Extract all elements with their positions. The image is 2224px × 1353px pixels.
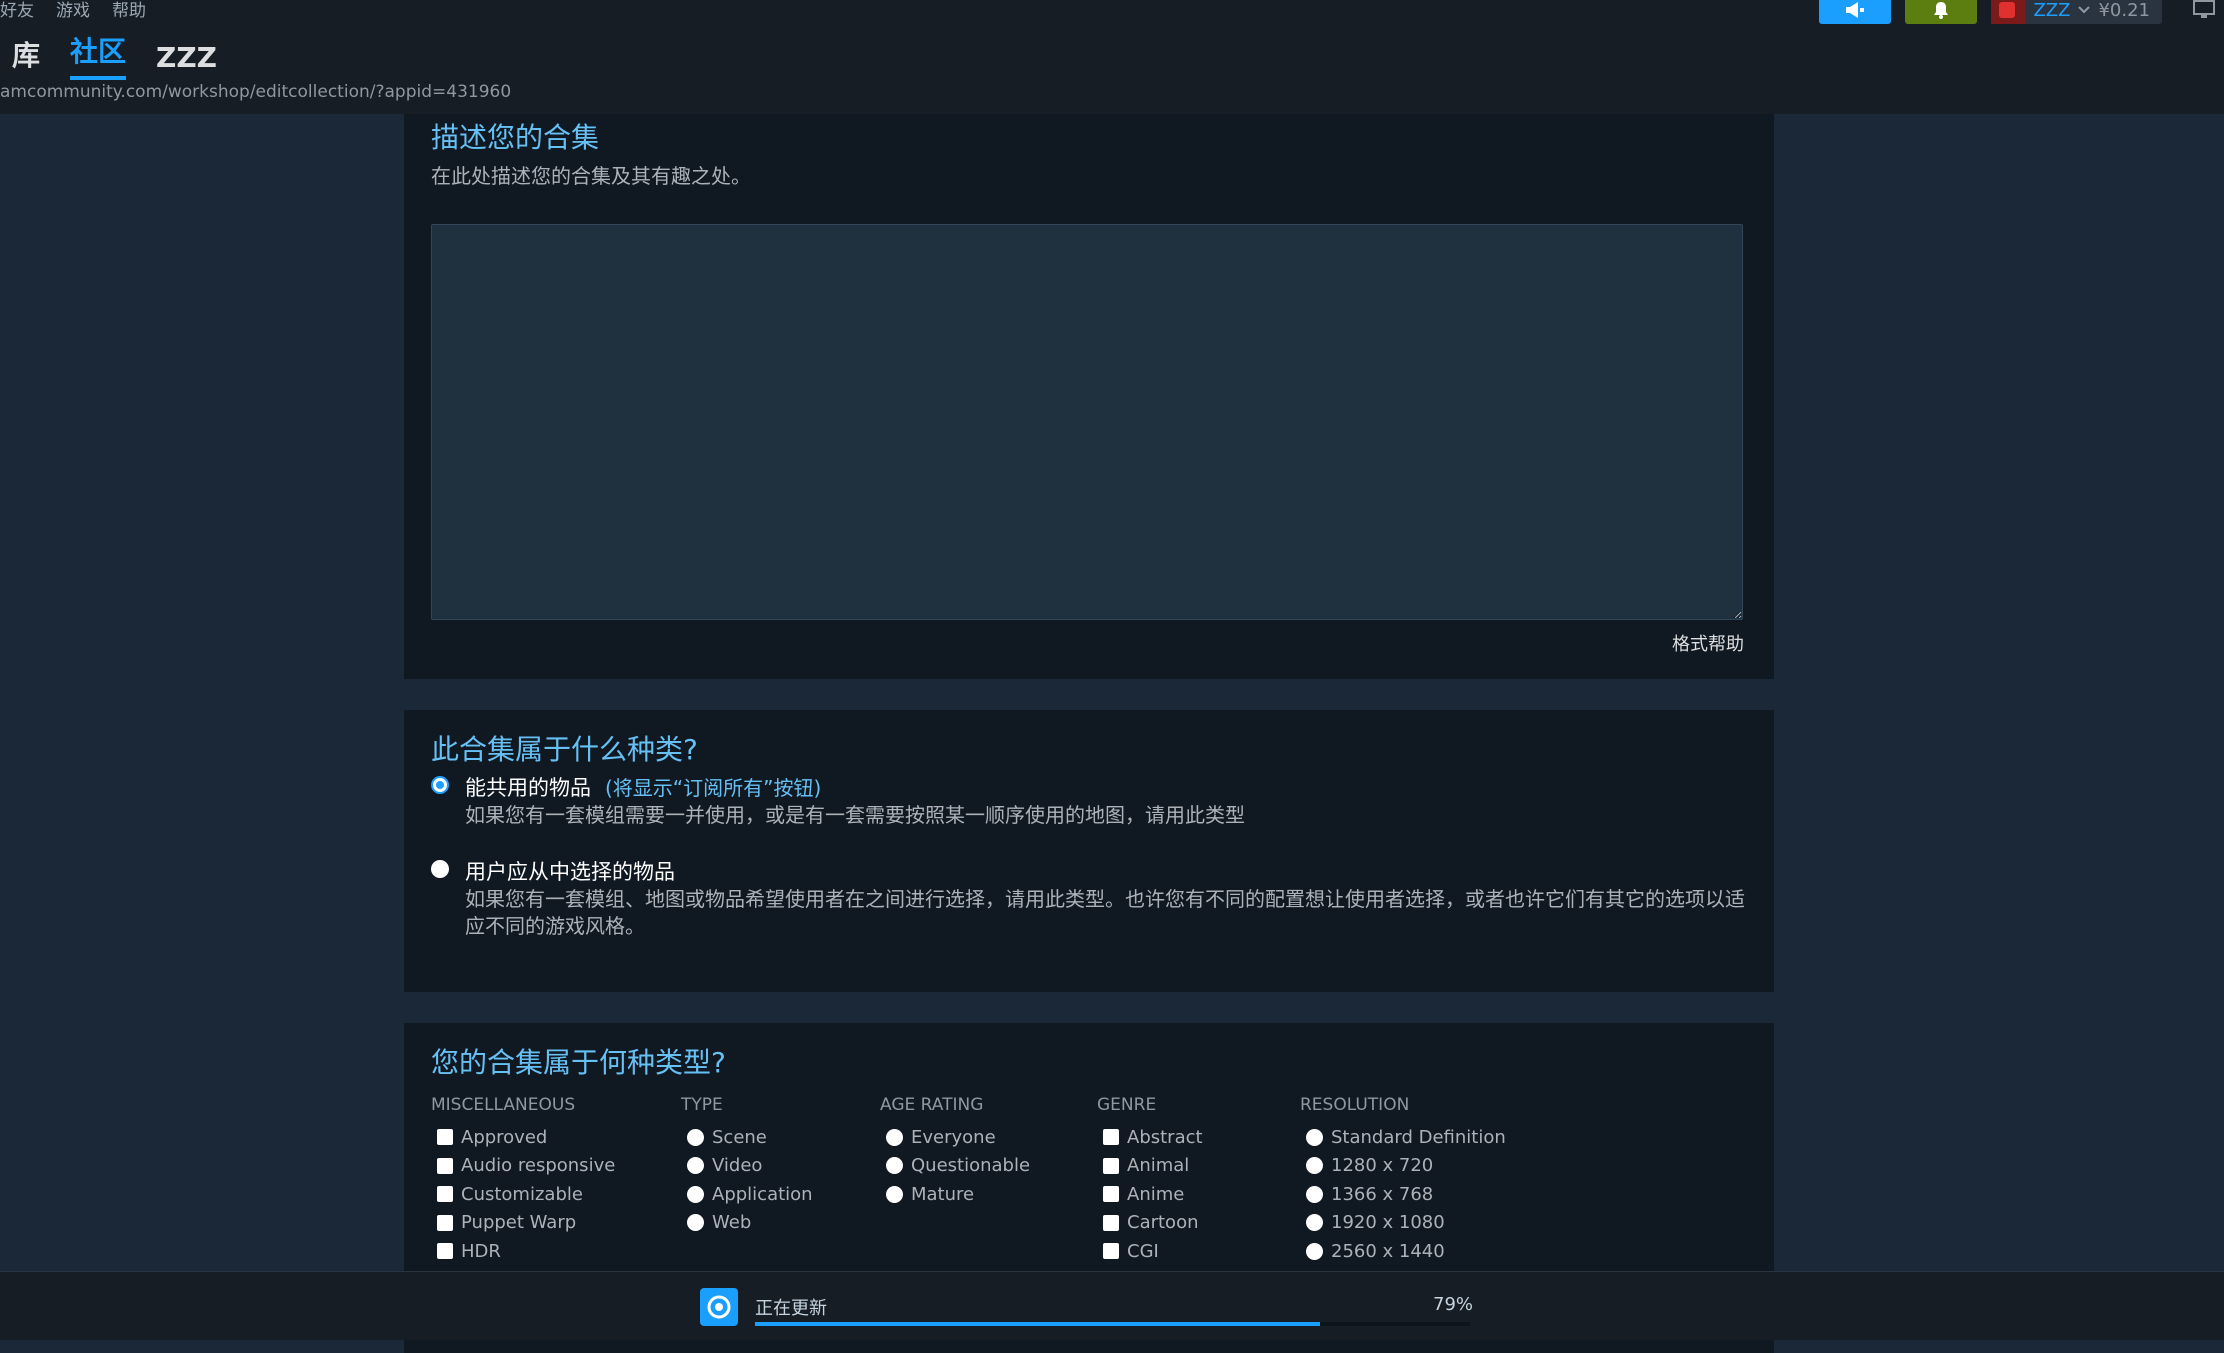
tag-item[interactable]: Animal: [1103, 1152, 1300, 1181]
option-title: 能共用的物品: [465, 776, 591, 800]
radio-shared[interactable]: [431, 776, 449, 794]
column-miscellaneous: MISCELLANEOUS Approved Audio responsive …: [431, 1095, 681, 1266]
checkbox[interactable]: [1103, 1186, 1119, 1203]
url-bar[interactable]: amcommunity.com/workshop/editcollection/…: [0, 82, 511, 102]
tag-item[interactable]: Questionable: [886, 1152, 1097, 1181]
announcements-button[interactable]: [1819, 0, 1892, 24]
nav-library[interactable]: 库: [12, 34, 40, 80]
kind-panel: 此合集属于什么种类? 能共用的物品 (将显示“订阅所有”按钮) 如果您有一套模组需…: [404, 710, 1774, 992]
download-percent: 79%: [1433, 1294, 1474, 1315]
radio[interactable]: [1306, 1128, 1323, 1146]
account-balance: ¥0.21: [2098, 0, 2150, 21]
tag-item[interactable]: Standard Definition: [1306, 1123, 1560, 1152]
tag-item[interactable]: Customizable: [437, 1180, 681, 1209]
tag-item[interactable]: 1920 x 1080: [1306, 1209, 1560, 1238]
checkbox[interactable]: [1103, 1157, 1119, 1174]
tag-item[interactable]: 1366 x 768: [1306, 1180, 1560, 1209]
checkbox[interactable]: [1103, 1214, 1119, 1231]
tag-item[interactable]: 2560 x 1440: [1306, 1237, 1560, 1266]
describe-panel: 描述您的合集 在此处描述您的合集及其有趣之处。 格式帮助: [404, 114, 1774, 679]
monitor-icon: [2193, 0, 2215, 18]
menu-games[interactable]: 游戏: [56, 0, 90, 21]
tag-item[interactable]: Abstract: [1103, 1123, 1300, 1152]
kind-option-choose[interactable]: 用户应从中选择的物品 如果您有一套模组、地图或物品希望使用者在之间进行选择，请用…: [431, 856, 1751, 940]
checkbox[interactable]: [1103, 1129, 1119, 1146]
tag-columns: MISCELLANEOUS Approved Audio responsive …: [431, 1095, 1560, 1266]
tag-item[interactable]: Approved: [437, 1123, 681, 1152]
download-progress-track: [755, 1322, 1470, 1326]
main-nav: 库 社区 ZZZ: [12, 30, 217, 80]
tag-item[interactable]: Anime: [1103, 1180, 1300, 1209]
tag-item[interactable]: CGI: [1103, 1237, 1300, 1266]
menu-help[interactable]: 帮助: [112, 0, 146, 21]
radio[interactable]: [1306, 1185, 1323, 1203]
column-age-rating: AGE RATING Everyone Questionable Mature: [880, 1095, 1097, 1266]
radio[interactable]: [1306, 1242, 1323, 1260]
radio[interactable]: [886, 1185, 903, 1203]
column-resolution: RESOLUTION Standard Definition 1280 x 72…: [1300, 1095, 1560, 1266]
nav-community[interactable]: 社区: [70, 30, 127, 80]
tag-item[interactable]: HDR: [437, 1237, 681, 1266]
nav-user[interactable]: ZZZ: [156, 41, 217, 80]
tag-item[interactable]: Puppet Warp: [437, 1209, 681, 1238]
option-desc: 如果您有一套模组、地图或物品希望使用者在之间进行选择，请用此类型。也许您有不同的…: [465, 887, 1745, 938]
tag-item[interactable]: Application: [687, 1180, 880, 1209]
checkbox[interactable]: [437, 1129, 453, 1146]
top-menu: 好友 游戏 帮助: [0, 0, 146, 21]
radio[interactable]: [687, 1128, 704, 1146]
tag-item[interactable]: 1280 x 720: [1306, 1152, 1560, 1181]
download-progress-fill: [755, 1322, 1320, 1326]
menu-friends[interactable]: 好友: [0, 0, 34, 21]
top-actions: ZZZ ¥0.21: [1819, 0, 2224, 24]
describe-title: 描述您的合集: [431, 121, 600, 154]
download-status: 正在更新: [755, 1298, 827, 1319]
tag-item[interactable]: Mature: [886, 1180, 1097, 1209]
notifications-button[interactable]: [1905, 0, 1978, 24]
megaphone-icon: [1846, 2, 1865, 18]
types-title: 您的合集属于何种类型?: [431, 1046, 726, 1079]
account-menu[interactable]: ZZZ ¥0.21: [1991, 0, 2162, 24]
checkbox[interactable]: [437, 1157, 453, 1174]
radio[interactable]: [687, 1157, 704, 1175]
radio-choose[interactable]: [431, 860, 449, 878]
tag-item[interactable]: Scene: [687, 1123, 880, 1152]
radio[interactable]: [1306, 1157, 1323, 1175]
radio[interactable]: [1306, 1214, 1323, 1232]
checkbox[interactable]: [1103, 1243, 1119, 1260]
description-textarea[interactable]: [431, 224, 1743, 620]
chevron-down-icon: [2078, 6, 2091, 14]
radio[interactable]: [886, 1128, 903, 1146]
option-title: 用户应从中选择的物品: [465, 860, 675, 884]
tag-item[interactable]: Video: [687, 1152, 880, 1181]
option-desc: 如果您有一套模组需要一并使用，或是有一套需要按照某一顺序使用的地图，请用此类型: [465, 803, 1245, 827]
tag-item[interactable]: Everyone: [886, 1123, 1097, 1152]
radio[interactable]: [687, 1214, 704, 1232]
tag-item[interactable]: Web: [687, 1209, 880, 1238]
kind-option-shared[interactable]: 能共用的物品 (将显示“订阅所有”按钮) 如果您有一套模组需要一并使用，或是有一套…: [431, 772, 1751, 829]
kind-title: 此合集属于什么种类?: [431, 733, 698, 766]
tag-item[interactable]: Cartoon: [1103, 1209, 1300, 1238]
account-name: ZZZ: [2033, 0, 2071, 21]
format-help-link[interactable]: 格式帮助: [1672, 630, 1744, 656]
download-bar[interactable]: 正在更新 79%: [0, 1271, 2224, 1340]
option-hint: (将显示“订阅所有”按钮): [605, 776, 822, 800]
top-bar: 好友 游戏 帮助 库 社区 ZZZ amcommunity.com/worksh…: [0, 0, 2224, 114]
column-genre: GENRE Abstract Animal Anime Cartoon CGI: [1097, 1095, 1300, 1266]
steam-download-icon: [700, 1288, 738, 1326]
column-type: TYPE Scene Video Application Web: [681, 1095, 880, 1266]
radio[interactable]: [886, 1157, 903, 1175]
bell-icon: [1934, 2, 1949, 19]
checkbox[interactable]: [437, 1243, 453, 1260]
big-picture-button[interactable]: [2184, 0, 2224, 24]
checkbox[interactable]: [437, 1186, 453, 1203]
describe-subtitle: 在此处描述您的合集及其有趣之处。: [431, 164, 751, 188]
checkbox[interactable]: [437, 1214, 453, 1231]
tag-item[interactable]: Audio responsive: [437, 1152, 681, 1181]
radio[interactable]: [687, 1185, 704, 1203]
avatar: [1991, 0, 2026, 24]
